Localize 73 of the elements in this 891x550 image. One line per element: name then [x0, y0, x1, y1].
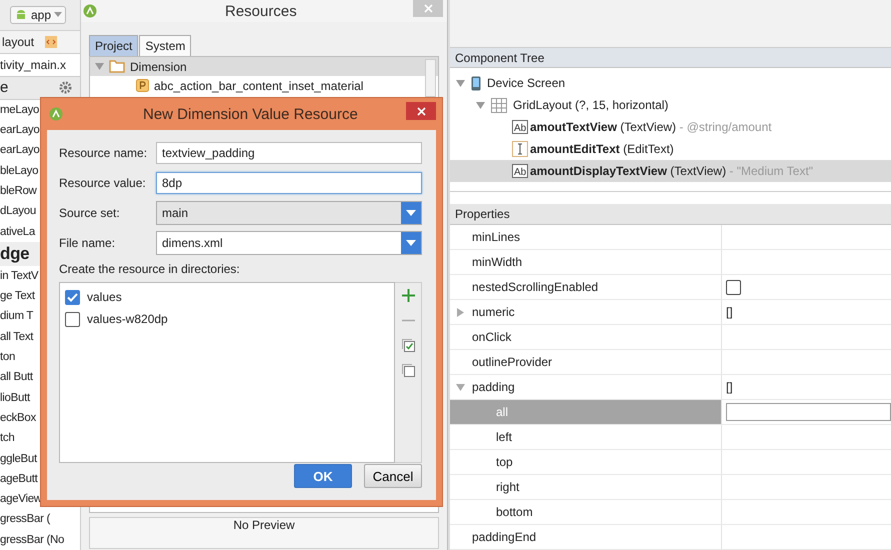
android-icon [14, 8, 28, 22]
checkbox[interactable] [726, 280, 741, 294]
caret-icon [406, 210, 416, 216]
property-name[interactable]: paddingEnd [472, 530, 536, 544]
input-field[interactable]: 8dp [156, 172, 422, 194]
grid-icon [491, 98, 507, 113]
property-value[interactable]: [] [726, 305, 733, 319]
property-name[interactable]: minLines [472, 230, 520, 244]
caret-icon [406, 240, 416, 246]
select-all-icon[interactable] [402, 339, 414, 352]
property-name[interactable]: outlineProvider [472, 355, 552, 369]
field-label: Resource name: [59, 146, 148, 160]
caret-icon [54, 12, 62, 18]
xml-file-icon[interactable] [44, 34, 58, 49]
folder-icon [109, 60, 125, 73]
palette-item[interactable]: gressBar ( [0, 509, 80, 530]
dropdown[interactable]: dimens.xml [156, 231, 422, 255]
property-name[interactable]: bottom [496, 505, 533, 519]
unselect-all-icon[interactable] [402, 364, 414, 377]
tab[interactable]: Project [89, 35, 138, 56]
panel-title: Properties [455, 207, 510, 222]
window-title: Resources [225, 2, 297, 20]
module-dropdown[interactable]: app [10, 6, 66, 24]
preview-text: No Preview [233, 518, 295, 534]
edit-text-icon [512, 141, 528, 158]
field-label: Resource value: [59, 176, 147, 190]
expand-arrow-icon[interactable] [456, 382, 465, 392]
dropdown[interactable]: main [156, 201, 422, 225]
tree-item[interactable]: Dimension [130, 60, 187, 74]
directory-item[interactable]: values [87, 290, 122, 304]
property-name[interactable]: right [496, 480, 520, 494]
tree-item[interactable]: GridLayout (?, 15, horizontal) [513, 98, 668, 112]
tree-item[interactable]: Device Screen [487, 76, 566, 90]
expand-arrow-icon[interactable] [95, 62, 104, 71]
directory-item[interactable]: values-w820dp [87, 312, 168, 326]
tree-item[interactable]: abc_action_bar_content_inset_material [154, 78, 364, 92]
close-button[interactable] [406, 102, 436, 120]
add-icon[interactable] [402, 289, 414, 302]
property-name[interactable]: top [496, 455, 513, 469]
settings-icon[interactable] [59, 81, 72, 94]
expand-arrow-icon[interactable] [456, 78, 465, 88]
expand-arrow-icon[interactable] [476, 100, 485, 110]
tree-item[interactable]: amountEditText (EditText) [450, 138, 891, 160]
palette-item[interactable]: gressBar (No [0, 530, 80, 550]
tab[interactable]: System [139, 35, 192, 56]
phone-icon [471, 76, 481, 91]
android-studio-icon [49, 107, 63, 121]
palette-title: e [0, 79, 8, 96]
property-name[interactable]: left [496, 430, 512, 444]
tree-item[interactable]: Ab amoutTextView (TextView) - @string/amount [450, 116, 891, 138]
tree-item[interactable]: Ab amountDisplayTextView (TextView) - "Medium Text" [450, 160, 891, 182]
dialog-title: New Dimension Value Resource [143, 106, 358, 122]
property-name[interactable]: nestedScrollingEnabled [472, 280, 598, 294]
cancel-button[interactable]: Cancel [364, 464, 422, 488]
scrollbar[interactable] [425, 59, 436, 97]
property-value[interactable]: [] [726, 380, 733, 394]
property-name[interactable]: minWidth [472, 255, 522, 269]
field-label: Source set: [59, 206, 121, 220]
checkbox[interactable] [65, 290, 80, 304]
input-field[interactable]: textview_padding [156, 142, 422, 164]
input-field[interactable] [726, 403, 891, 421]
expand-arrow-icon[interactable] [456, 308, 465, 316]
text-view-icon: Ab [512, 164, 528, 178]
checkbox[interactable] [65, 312, 80, 326]
property-name[interactable]: numeric [472, 305, 515, 319]
ok-button[interactable]: OK [294, 464, 352, 488]
resource-icon [136, 79, 149, 92]
close-icon [416, 106, 426, 116]
property-name[interactable]: padding [472, 380, 515, 394]
property-name[interactable]: onClick [472, 330, 512, 344]
close-icon [424, 4, 432, 13]
panel-title: Component Tree [455, 50, 544, 65]
text-view-icon: Ab [512, 120, 528, 134]
